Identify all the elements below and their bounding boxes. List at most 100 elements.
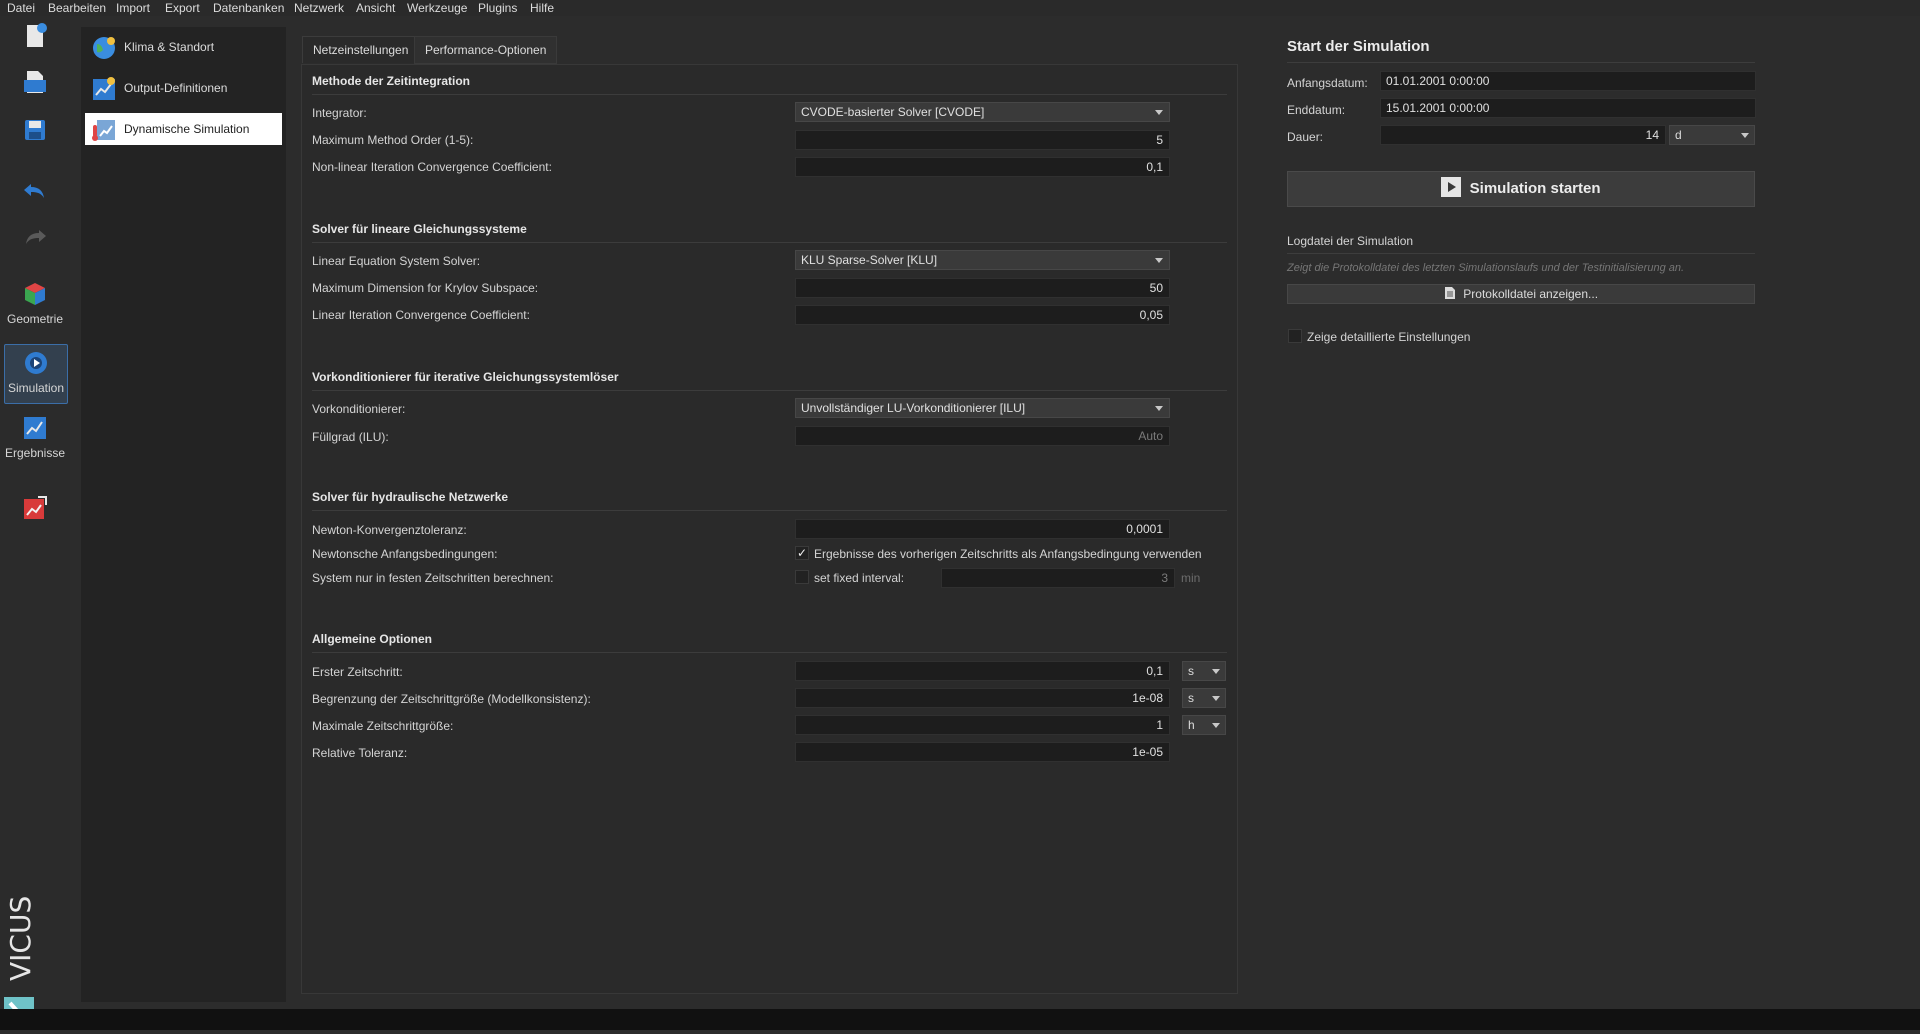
end-date-input[interactable]: 15.01.2001 0:00:00 <box>1380 98 1756 118</box>
chevron-down-icon <box>1741 133 1749 138</box>
tab-network-settings[interactable]: Netzeinstellungen <box>302 36 420 63</box>
fixed-interval-checkbox[interactable] <box>795 570 809 584</box>
max-step-input[interactable]: 1 <box>795 715 1170 735</box>
fixed-steps-label: System nur in festen Zeitschritten berec… <box>312 571 554 585</box>
krylov-label: Maximum Dimension for Krylov Subspace: <box>312 281 539 295</box>
nav-item-dynamic-simulation[interactable]: Dynamische Simulation <box>85 113 282 145</box>
show-log-label: Protokolldatei anzeigen... <box>1463 287 1599 301</box>
newton-initial-checkbox[interactable]: ✓ <box>795 546 809 560</box>
duration-unit-select[interactable]: d <box>1669 125 1755 145</box>
duration-unit: d <box>1675 128 1682 142</box>
save-button[interactable] <box>4 116 66 144</box>
nav-item-output-definitions[interactable]: Output-Definitionen <box>85 72 282 104</box>
detailed-settings-checkbox[interactable] <box>1288 329 1302 343</box>
results-chart-icon <box>24 417 46 439</box>
start-simulation-button[interactable]: Simulation starten <box>1287 171 1755 207</box>
integrator-select[interactable]: CVODE-basierter Solver [CVODE] <box>795 102 1170 122</box>
nonlinear-input[interactable]: 0,1 <box>795 157 1170 177</box>
play-icon <box>1441 177 1462 197</box>
newton-initial-label: Newtonsche Anfangsbedingungen: <box>312 547 498 561</box>
document-icon <box>1444 287 1455 299</box>
status-bar <box>0 1009 1920 1030</box>
simulation-label: Simulation <box>7 381 65 395</box>
redo-button[interactable] <box>4 224 66 252</box>
fixed-interval-input[interactable]: 3 <box>941 568 1175 588</box>
max-step-unit: h <box>1188 718 1195 732</box>
show-log-button[interactable]: Protokolldatei anzeigen... <box>1287 284 1755 304</box>
duration-input[interactable]: 14 <box>1380 125 1666 145</box>
start-date-input[interactable]: 01.01.2001 0:00:00 <box>1380 71 1756 91</box>
detailed-settings-label: Zeige detaillierte Einstellungen <box>1307 330 1471 344</box>
simulation-gear-icon <box>25 352 47 374</box>
fill-level-input[interactable]: Auto <box>795 426 1170 446</box>
section-title-hydraulic: Solver für hydraulische Netzwerke <box>312 490 509 504</box>
relative-tolerance-label: Relative Toleranz: <box>312 746 408 760</box>
menu-export[interactable]: Export <box>165 1 200 15</box>
first-step-input[interactable]: 0,1 <box>795 661 1170 681</box>
step-limit-unit-select[interactable]: s <box>1182 688 1226 708</box>
linear-convergence-input[interactable]: 0,05 <box>795 305 1170 325</box>
max-order-label: Maximum Method Order (1-5): <box>312 133 474 147</box>
chevron-down-icon <box>1155 110 1163 115</box>
section-title-preconditioner: Vorkonditionierer für iterative Gleichun… <box>312 370 619 384</box>
menu-netzwerk[interactable]: Netzwerk <box>294 1 344 15</box>
first-step-unit-select[interactable]: s <box>1182 661 1226 681</box>
step-limit-label: Begrenzung der Zeitschrittgröße (Modellk… <box>312 692 591 706</box>
export-chart-icon <box>24 496 47 519</box>
linear-solver-select[interactable]: KLU Sparse-Solver [KLU] <box>795 250 1170 270</box>
thermometer-chart-icon <box>92 120 115 141</box>
menu-werkzeuge[interactable]: Werkzeuge <box>407 1 467 15</box>
max-step-label: Maximale Zeitschrittgröße: <box>312 719 454 733</box>
export-results-button[interactable] <box>4 494 66 522</box>
newton-tolerance-label: Newton-Konvergenztoleranz: <box>312 523 467 537</box>
max-order-input[interactable]: 5 <box>795 130 1170 150</box>
newton-tolerance-input[interactable]: 0,0001 <box>795 519 1170 539</box>
nav-label-climate: Klima & Standort <box>124 40 215 54</box>
simulation-button[interactable]: Simulation <box>4 344 68 404</box>
linear-solver-label: Linear Equation System Solver: <box>312 254 481 268</box>
chevron-down-icon <box>1155 406 1163 411</box>
section-divider <box>312 242 1227 243</box>
open-project-button[interactable] <box>4 68 66 96</box>
results-label: Ergebnisse <box>4 446 66 460</box>
preconditioner-value: Unvollständiger LU-Vorkonditionierer [IL… <box>801 401 1026 415</box>
vicus-wordmark-icon: VICUS <box>4 896 37 1027</box>
chevron-down-icon <box>1212 669 1220 674</box>
output-chart-icon <box>93 77 115 100</box>
preconditioner-select[interactable]: Unvollständiger LU-Vorkonditionierer [IL… <box>795 398 1170 418</box>
menu-ansicht[interactable]: Ansicht <box>356 1 395 15</box>
menu-plugins[interactable]: Plugins <box>478 1 517 15</box>
preconditioner-label: Vorkonditionierer: <box>312 402 406 416</box>
relative-tolerance-input[interactable]: 1e-05 <box>795 742 1170 762</box>
menu-datenbanken[interactable]: Datenbanken <box>213 1 284 15</box>
left-toolbar: Geometrie Simulation Ergebnisse VICUS <box>0 16 70 1027</box>
start-date-label: Anfangsdatum: <box>1287 76 1368 90</box>
save-icon <box>25 120 45 140</box>
krylov-input[interactable]: 50 <box>795 278 1170 298</box>
max-step-unit-select[interactable]: h <box>1182 715 1226 735</box>
fixed-interval-unit: min <box>1181 571 1201 585</box>
open-file-icon <box>24 71 46 93</box>
chevron-down-icon <box>1155 258 1163 263</box>
menu-bearbeiten[interactable]: Bearbeiten <box>48 1 106 15</box>
menu-bar: Datei Bearbeiten Import Export Datenbank… <box>0 0 1920 16</box>
simulation-start-title: Start der Simulation <box>1287 38 1430 55</box>
section-title-linear-solver: Solver für lineare Gleichungssysteme <box>312 222 527 236</box>
title-divider <box>1287 62 1755 63</box>
undo-icon <box>24 184 44 198</box>
tab-performance-options[interactable]: Performance-Optionen <box>414 36 558 64</box>
integrator-value: CVODE-basierter Solver [CVODE] <box>801 105 985 119</box>
new-project-button[interactable] <box>4 22 66 50</box>
results-button[interactable]: Ergebnisse <box>4 414 66 460</box>
log-divider <box>1287 253 1755 254</box>
menu-import[interactable]: Import <box>116 1 150 15</box>
geometry-button[interactable]: Geometrie <box>4 280 66 326</box>
step-limit-input[interactable]: 1e-08 <box>795 688 1170 708</box>
menu-datei[interactable]: Datei <box>7 1 35 15</box>
menu-hilfe[interactable]: Hilfe <box>530 1 554 15</box>
end-date-label: Enddatum: <box>1287 103 1346 117</box>
nav-item-climate[interactable]: Klima & Standort <box>85 31 282 63</box>
undo-button[interactable] <box>4 178 66 206</box>
simulation-subnav: Klima & Standort Output-Definitionen Dyn… <box>81 27 286 1002</box>
section-title-time-integration: Methode der Zeitintegration <box>312 74 471 88</box>
